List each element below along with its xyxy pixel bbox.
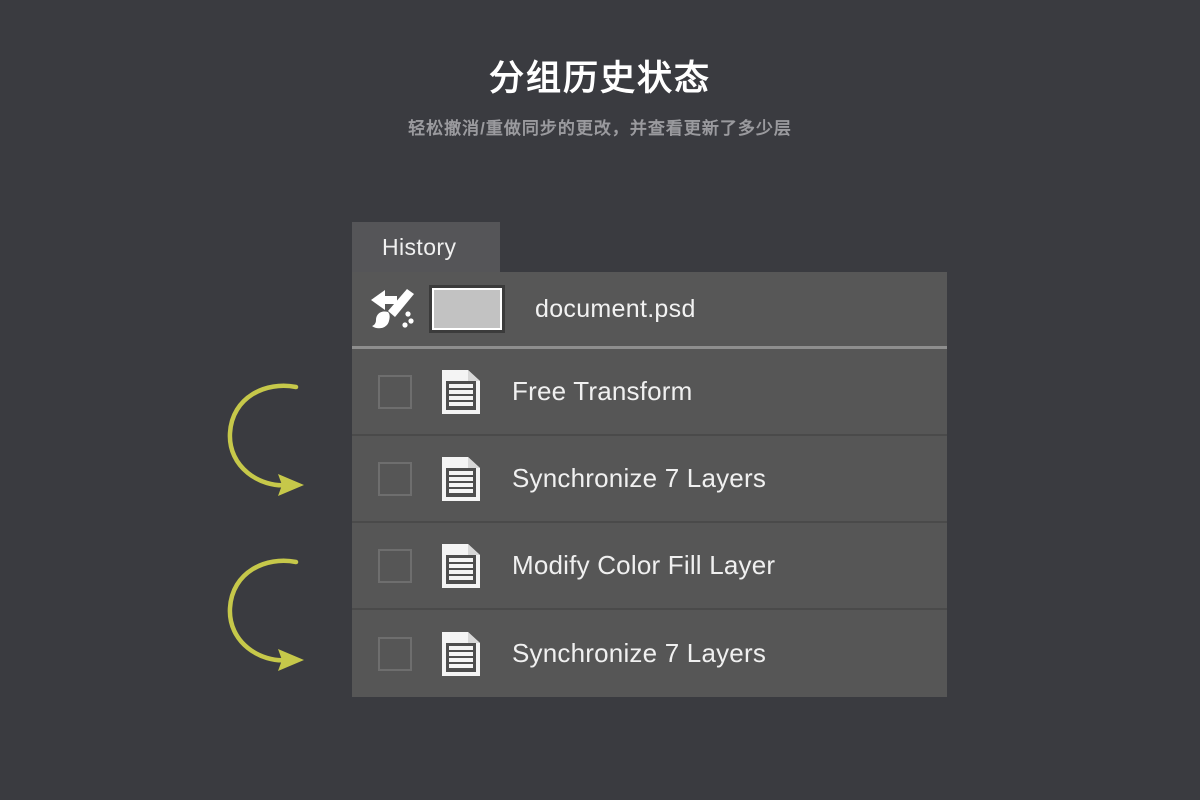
history-state-label: Synchronize 7 Layers bbox=[512, 463, 767, 493]
history-state-label: Free Transform bbox=[512, 376, 693, 406]
history-source-row[interactable]: document.psd bbox=[352, 272, 947, 349]
document-icon bbox=[440, 368, 482, 416]
page-subtitle: 轻松撤消/重做同步的更改，并查看更新了多少层 bbox=[408, 119, 792, 138]
curved-arrow-icon bbox=[216, 550, 312, 675]
history-state-row[interactable]: Free Transform bbox=[352, 349, 947, 436]
history-state-checkbox[interactable] bbox=[378, 548, 412, 583]
page-header: 分组历史状态 轻松撤消/重做同步的更改，并查看更新了多少层 bbox=[0, 0, 1200, 139]
history-state-label: Synchronize 7 Layers bbox=[512, 638, 767, 668]
history-state-checkbox[interactable] bbox=[378, 636, 412, 671]
curved-arrow-icon bbox=[216, 375, 312, 500]
history-panel-body: document.psd Free Transform Synchronize … bbox=[352, 272, 947, 697]
history-state-row[interactable]: Modify Color Fill Layer bbox=[352, 523, 947, 610]
document-thumbnail bbox=[429, 285, 505, 333]
page-title: 分组历史状态 bbox=[488, 59, 711, 98]
document-icon bbox=[440, 455, 482, 503]
history-state-label: Modify Color Fill Layer bbox=[512, 550, 776, 580]
history-state-checkbox[interactable] bbox=[378, 461, 412, 496]
history-brush-icon bbox=[367, 287, 419, 331]
document-icon bbox=[440, 630, 482, 678]
tab-history[interactable]: History bbox=[352, 222, 500, 272]
document-icon bbox=[440, 542, 482, 590]
history-state-checkbox[interactable] bbox=[378, 374, 412, 409]
document-name-label: document.psd bbox=[535, 294, 696, 323]
history-state-row[interactable]: Synchronize 7 Layers bbox=[352, 610, 947, 697]
panel-tab-strip: History bbox=[352, 222, 947, 272]
tab-history-label: History bbox=[382, 233, 457, 260]
history-panel: History document.psd Free Transform Sync… bbox=[352, 222, 947, 697]
history-state-row[interactable]: Synchronize 7 Layers bbox=[352, 436, 947, 523]
